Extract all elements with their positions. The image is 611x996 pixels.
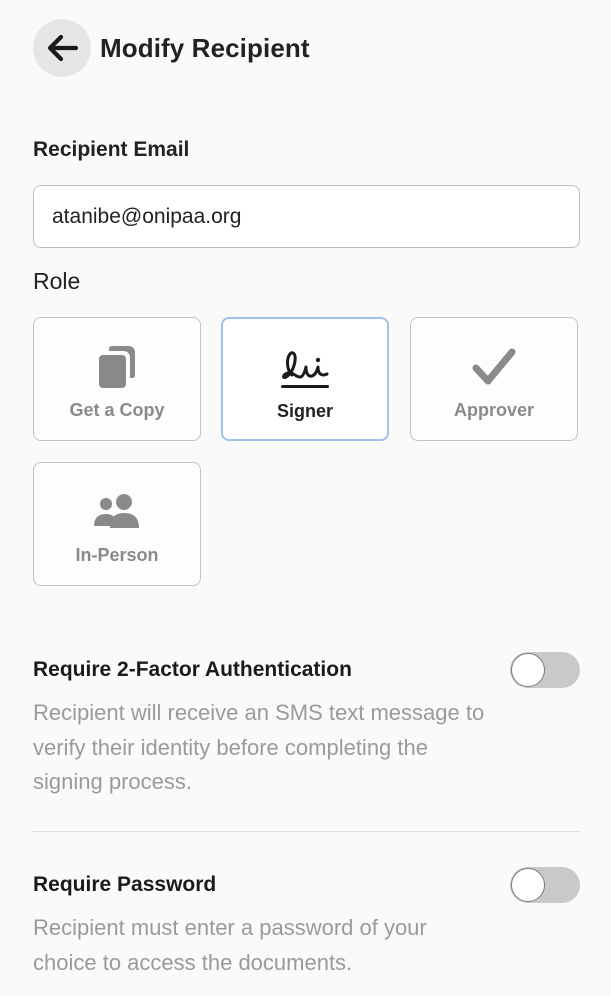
role-option-label: In-Person: [75, 545, 159, 565]
role-option-approver[interactable]: Approver: [410, 317, 578, 441]
modify-recipient-screen: Modify Recipient Recipient Email Role Ge…: [0, 0, 611, 996]
divider: [33, 831, 580, 832]
signature-icon: [278, 345, 332, 391]
role-option-label: Signer: [276, 401, 333, 421]
toggle-knob: [511, 868, 545, 902]
password-toggle[interactable]: [510, 867, 580, 903]
people-icon: [91, 489, 143, 535]
two-factor-title: Require 2-Factor Authentication: [33, 658, 352, 681]
toggle-knob: [511, 653, 545, 687]
password-description: Recipient must enter a password of your …: [33, 915, 427, 975]
recipient-email-input[interactable]: [33, 185, 580, 248]
checkmark-icon: [472, 344, 516, 390]
two-factor-toggle[interactable]: [510, 652, 580, 688]
recipient-email-label: Recipient Email: [33, 138, 190, 161]
copy-icon: [97, 344, 137, 390]
role-option-label: Get a Copy: [69, 400, 165, 420]
arrow-left-icon: [47, 34, 78, 62]
two-factor-description: Recipient will receive an SMS text messa…: [33, 700, 485, 794]
role-option-in-person[interactable]: In-Person: [33, 462, 201, 586]
header: Modify Recipient: [33, 19, 310, 77]
role-label: Role: [33, 268, 81, 294]
role-option-get-a-copy[interactable]: Get a Copy: [33, 317, 201, 441]
page-title: Modify Recipient: [100, 32, 310, 63]
role-option-label: Approver: [453, 400, 534, 420]
role-option-signer[interactable]: Signer: [221, 317, 389, 441]
password-title: Require Password: [33, 873, 217, 896]
back-button[interactable]: [33, 19, 91, 77]
